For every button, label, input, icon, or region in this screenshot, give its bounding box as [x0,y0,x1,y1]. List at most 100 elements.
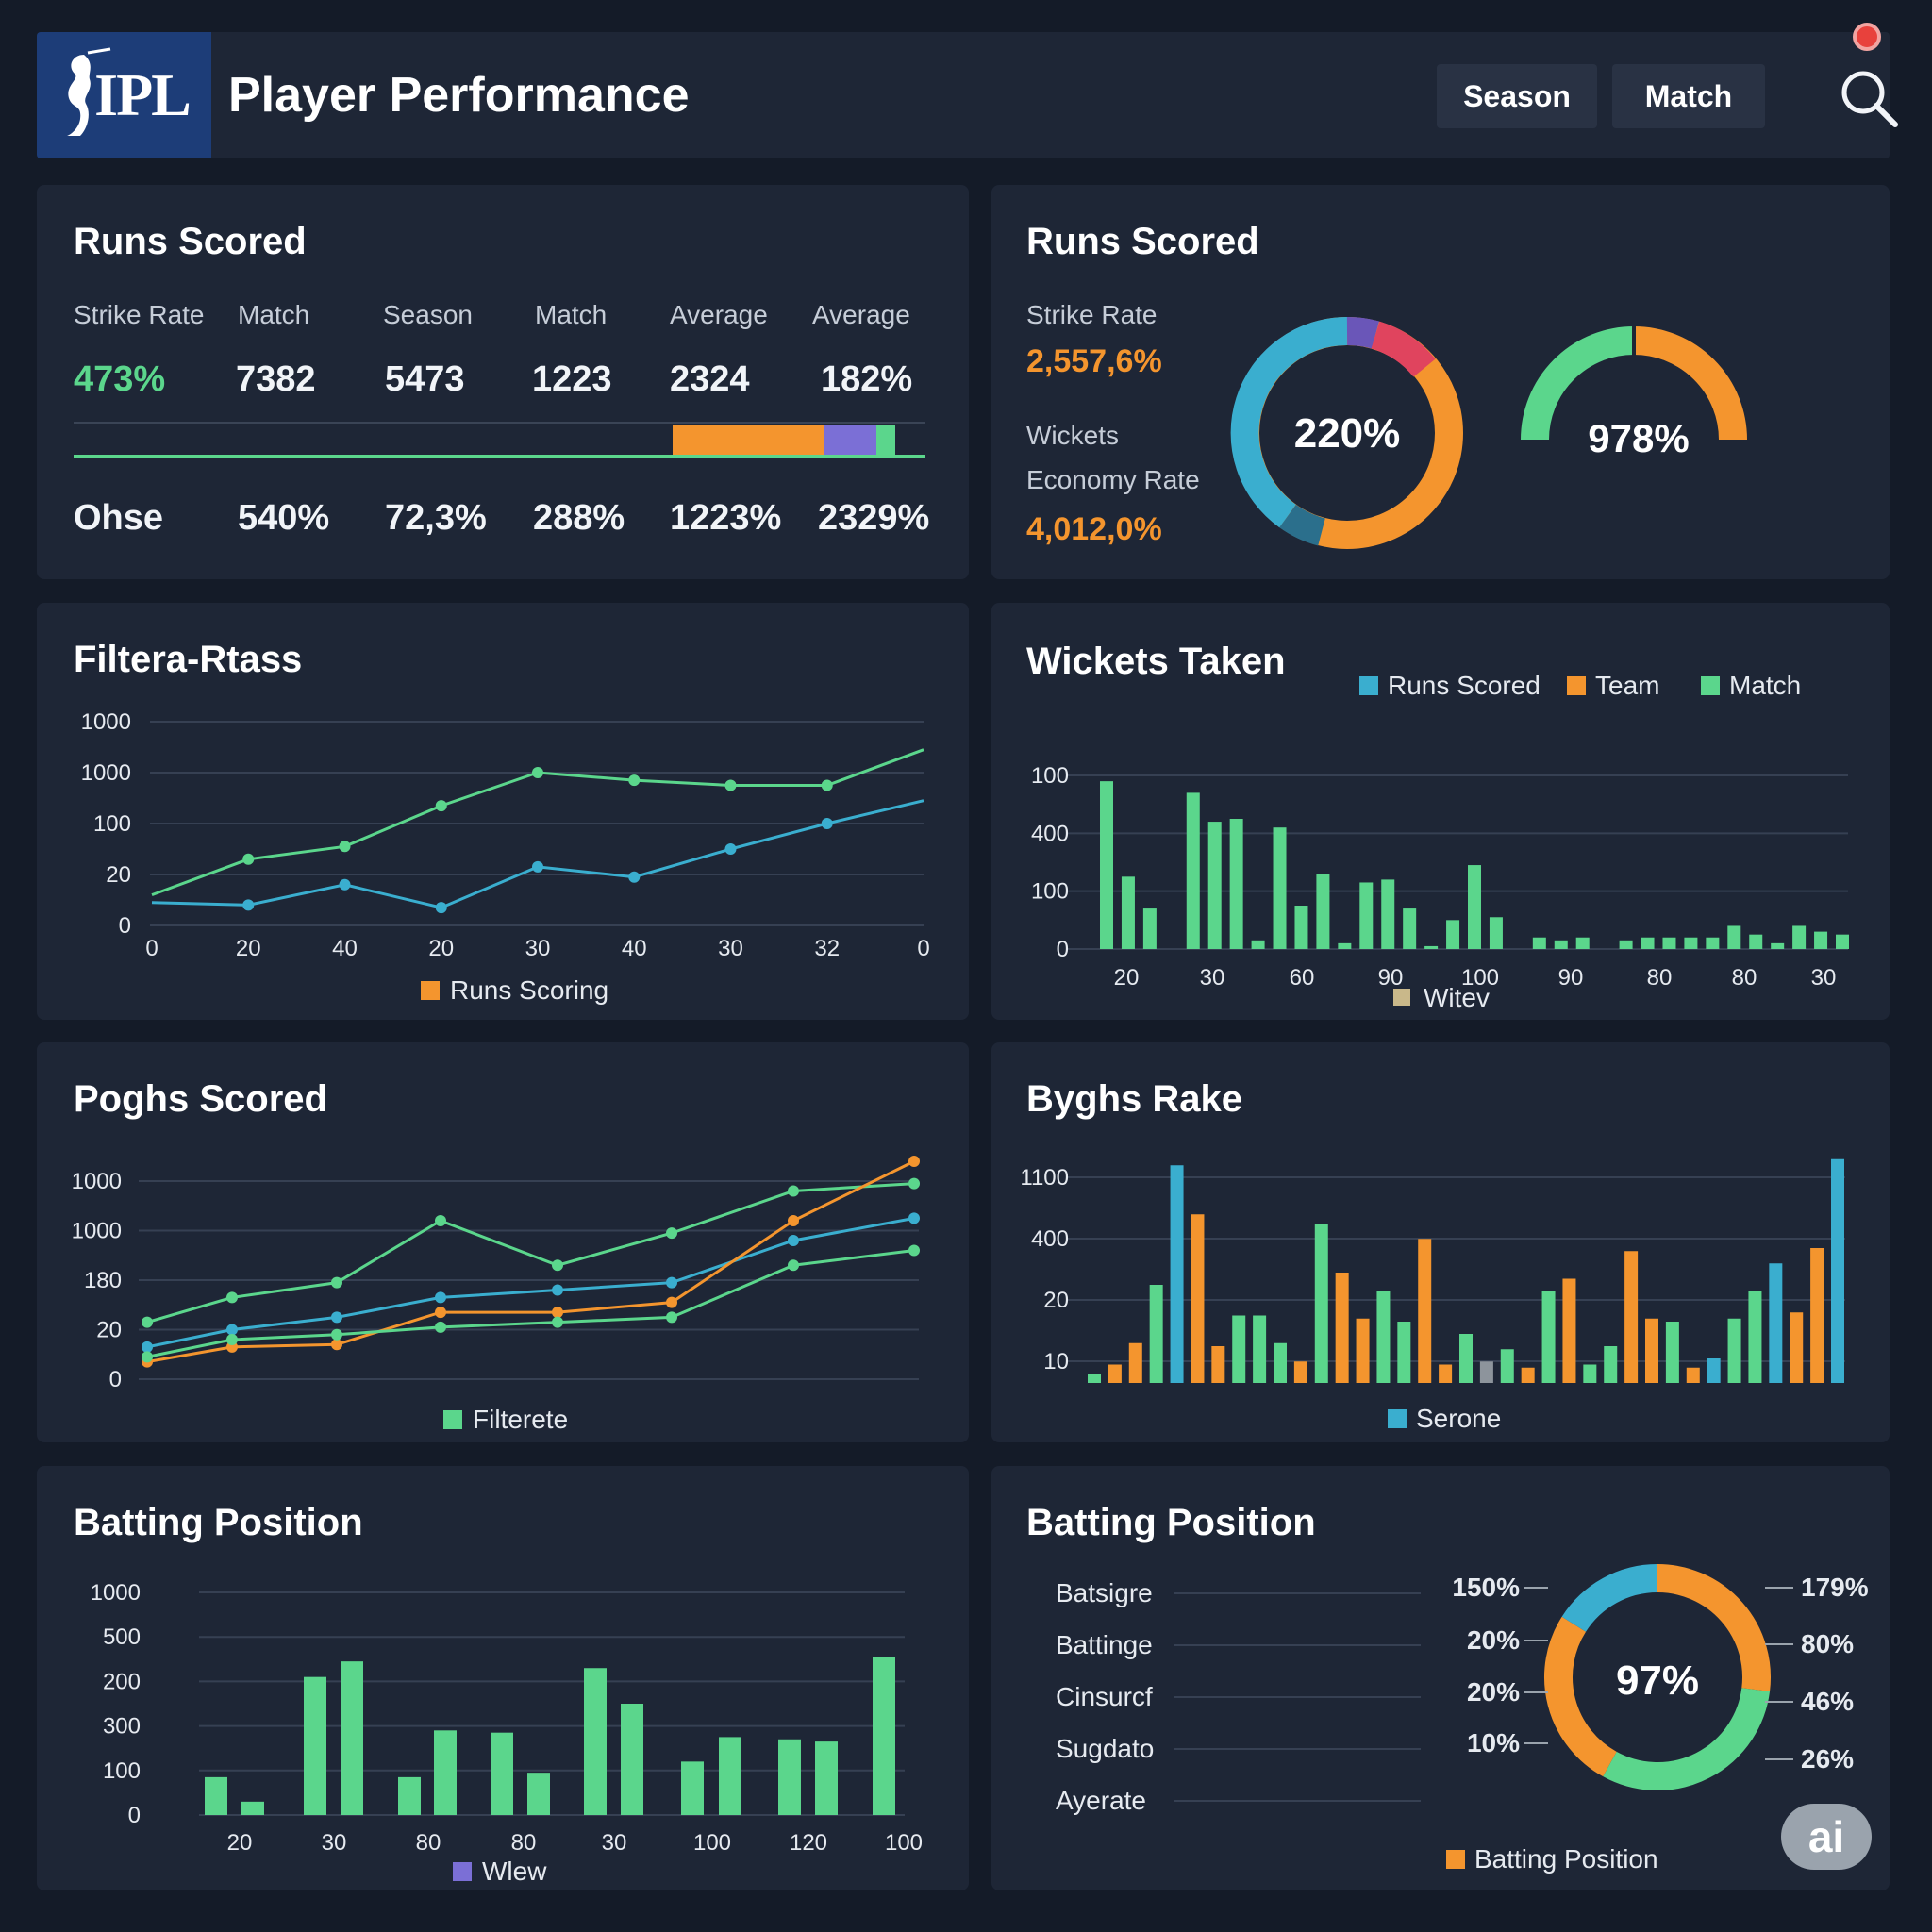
y-tick-label: 20 [106,862,131,888]
y-tick-label: 0 [109,1367,122,1392]
season-button[interactable]: Season [1437,64,1597,128]
app-header: IPL Player Performance Season Match [37,23,1898,158]
x-tick-label: 120 [790,1830,827,1856]
left-callout: 150% [1452,1573,1520,1602]
economy-value: 4,012,0% [1026,511,1162,547]
data-point [226,1324,238,1336]
stat-value-strike-rate: 473% [74,359,166,399]
donut-center-value: 97% [1616,1657,1699,1704]
bar [1293,1361,1307,1383]
data-point [331,1339,342,1351]
donut-slice [1544,1616,1618,1777]
data-point [788,1259,799,1272]
bar [398,1776,421,1815]
bar [1686,1367,1700,1383]
data-point [339,841,351,853]
left-callout: 20% [1467,1625,1520,1655]
legend-label: Match [1729,671,1801,700]
data-point [435,800,447,812]
data-point [666,1311,677,1324]
data-point [331,1311,342,1324]
bar [1836,934,1849,949]
bar [1500,1349,1514,1383]
x-tick-label: 20 [236,936,261,961]
y-tick-label: 200 [103,1669,141,1694]
bar [1554,940,1568,949]
batsman-logo-icon [67,47,111,136]
data-point [908,1177,920,1190]
bar [1186,792,1200,949]
notification-dot-icon[interactable] [1853,23,1881,51]
legend-label: Filterete [473,1405,568,1434]
bar [1665,1322,1679,1383]
batting-position-donut-chart: Batsigre Battinge Cinsurcf Sugdato Ayerate 9… [1056,1564,1869,1874]
x-tick-label: 40 [622,936,647,961]
y-tick-label: 400 [1031,821,1069,846]
series-line [146,1216,915,1349]
bar [1479,1361,1493,1383]
bar [1749,934,1763,949]
bar [584,1668,607,1815]
stat-label: Average [670,300,768,329]
bar [1489,917,1503,949]
data-point [142,1341,153,1353]
gauge-value: 978% [1588,416,1689,460]
data-point [821,779,833,791]
y-tick-label: 100 [1031,763,1069,789]
stat-value: 5473 [385,359,465,399]
legend-label: Witev [1424,983,1490,1012]
x-tick-label: 30 [602,1830,627,1856]
bar [1562,1278,1576,1383]
ipl-logo[interactable]: IPL [37,32,211,158]
data-point [821,818,833,829]
match-button[interactable]: Match [1612,64,1765,128]
x-tick-label: 100 [693,1830,731,1856]
legend-swatch-match [1701,676,1720,695]
gauge-chart: 978% [1521,325,1747,460]
x-tick-label: 80 [1647,965,1673,991]
poghs-scored-card: Poghs Scored 1000 1000 180 20 0 Filterete [37,1042,969,1442]
bar [1769,1263,1783,1383]
bar [1418,1239,1432,1383]
bar [873,1657,895,1815]
progress-track [74,455,925,458]
bar [491,1732,513,1815]
y-tick-label: 100 [93,811,131,837]
row2-value: 288% [533,498,625,538]
ai-badge[interactable]: ai [1781,1804,1872,1870]
strike-rate-label: Strike Rate [1026,300,1158,329]
bar [341,1661,363,1815]
bar [1748,1291,1762,1383]
bar [1253,1315,1267,1383]
stat-value: 182% [821,359,913,399]
x-tick-label: 80 [1732,965,1757,991]
bar [1316,874,1330,949]
stat-label: Match [535,300,608,329]
wickets-label: Wickets [1026,421,1119,450]
series-line [151,799,924,909]
data-point [242,853,255,865]
x-tick-label: 30 [718,936,743,961]
filtera-rtass-card: Filtera-Rtass 1000 1000 100 20 0 0 20 40 20 30 40 3… [37,603,969,1020]
data-point [666,1227,677,1240]
x-tick-label: 100 [885,1830,923,1856]
bar [1128,1342,1142,1383]
x-tick-label: 80 [416,1830,441,1856]
data-point [552,1259,563,1272]
bar [1314,1224,1328,1383]
y-tick-label: 20 [1043,1288,1069,1313]
bar [1273,827,1287,949]
data-point [666,1296,677,1308]
data-point [552,1284,563,1296]
row-label: Ayerate [1056,1786,1146,1815]
data-point [331,1276,342,1289]
bar [1108,1364,1122,1383]
search-icon[interactable] [1837,66,1903,132]
y-tick-label: 100 [103,1758,141,1784]
x-tick-label: 30 [322,1830,347,1856]
poghs-scored-line-chart: 1000 1000 180 20 0 Filterete [72,1156,920,1434]
x-tick-label: 80 [511,1830,537,1856]
data-point [724,843,737,855]
bar [1446,920,1460,949]
bar [1403,908,1417,949]
